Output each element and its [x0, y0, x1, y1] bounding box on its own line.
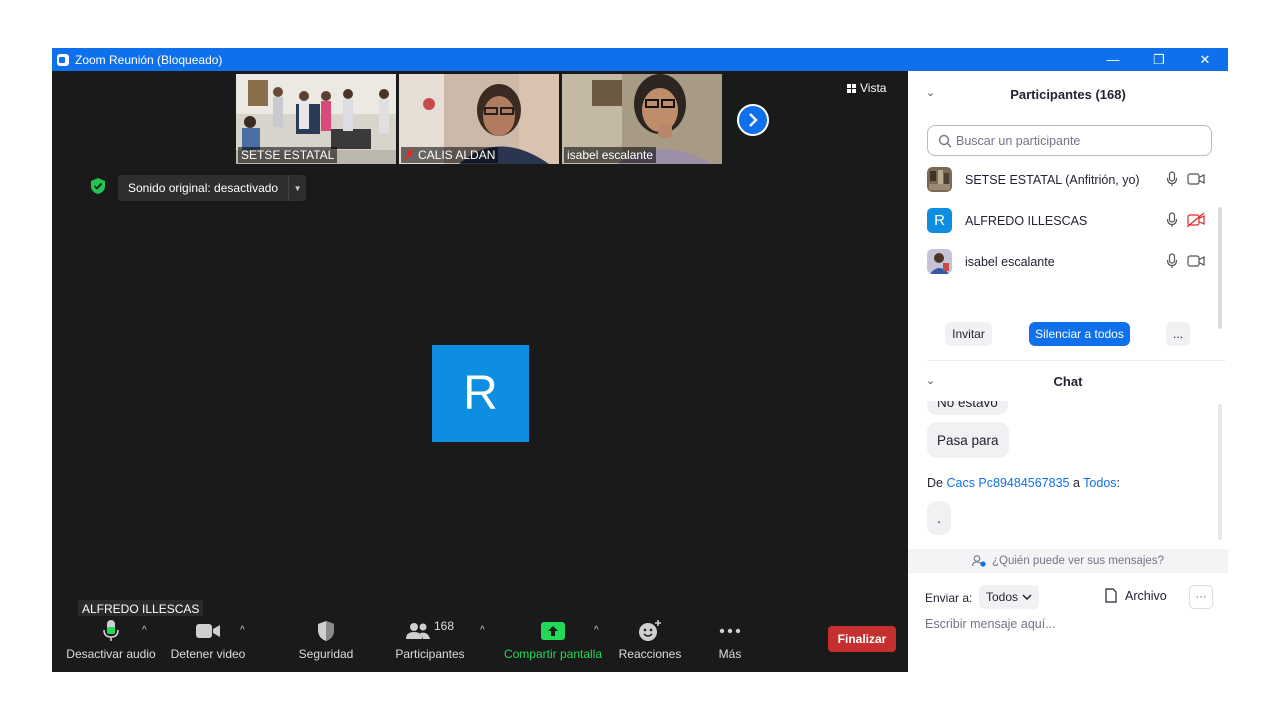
active-speaker-avatar: R	[432, 345, 529, 442]
participants-scrollbar[interactable]	[1218, 207, 1222, 329]
participants-count: 168	[433, 619, 455, 633]
muted-mic-icon	[404, 150, 414, 160]
recipient-name: Todos	[1083, 476, 1117, 490]
view-button[interactable]: Vista	[847, 81, 886, 95]
collapse-chevron-icon[interactable]: ⌄	[926, 86, 935, 99]
participant-row[interactable]: isabel escalante	[908, 241, 1218, 282]
security-button[interactable]: Seguridad	[292, 618, 360, 661]
next-page-button[interactable]	[737, 104, 769, 136]
stop-video-button[interactable]: Detener video	[166, 618, 250, 661]
video-thumbnail[interactable]: isabel escalante	[562, 74, 722, 164]
reactions-icon	[639, 620, 661, 641]
video-camera-icon	[196, 624, 220, 638]
video-thumbnail[interactable]: SETSE ESTATAL	[236, 74, 396, 164]
meeting-area: SETSE ESTATAL CALIS ALDAN isabel escalan…	[52, 71, 908, 672]
search-icon	[938, 134, 952, 147]
thumbnail-name-label: isabel escalante	[564, 147, 657, 163]
microphone-icon[interactable]	[1166, 171, 1178, 187]
participants-button[interactable]: 168 Participantes	[392, 618, 468, 661]
send-to-row: Enviar a: Todos Archivo ···	[908, 584, 1228, 610]
share-screen-icon	[541, 622, 565, 640]
video-camera-icon[interactable]	[1187, 255, 1205, 267]
shield-icon	[318, 621, 334, 641]
microphone-icon[interactable]	[1166, 253, 1178, 269]
gallery-strip: SETSE ESTATAL CALIS ALDAN isabel escalan…	[236, 74, 722, 164]
collapse-chevron-icon[interactable]: ⌄	[926, 374, 935, 387]
participants-more-button[interactable]: ...	[1166, 322, 1190, 346]
participants-actions: Invitar Silenciar a todos ...	[908, 322, 1228, 346]
grid-view-icon	[847, 83, 856, 93]
sender-name[interactable]: Cacs Pc89484567835	[946, 476, 1069, 490]
file-icon	[1105, 588, 1117, 603]
participants-icon	[405, 623, 430, 639]
more-button[interactable]: Más	[708, 618, 752, 661]
side-panel: ⌄ Participantes (168) Buscar un particip…	[908, 71, 1228, 672]
participants-options-caret-icon[interactable]: ^	[480, 625, 485, 636]
chevron-down-icon[interactable]: ▼	[288, 175, 306, 201]
share-options-caret-icon[interactable]: ^	[594, 625, 599, 636]
file-button[interactable]: Archivo	[1105, 588, 1167, 603]
avatar	[927, 249, 952, 274]
participants-panel-header: ⌄ Participantes (168)	[926, 86, 1126, 102]
original-sound-toggle[interactable]: Sonido original: desactivado ▼	[118, 175, 307, 201]
title-bar: Zoom Reunión (Bloqueado) — ❐ ✕	[52, 48, 1228, 71]
send-to-dropdown[interactable]: Todos	[979, 585, 1040, 609]
chat-message: Pasa para	[927, 422, 1009, 458]
video-options-caret-icon[interactable]: ^	[240, 625, 245, 636]
window-title: Zoom Reunión (Bloqueado)	[75, 52, 223, 67]
more-dots-icon	[719, 628, 741, 634]
chat-messages: No estavo Pasa para De Cacs Pc8948456783…	[908, 401, 1220, 545]
chat-more-button[interactable]: ···	[1189, 585, 1213, 609]
chevron-right-icon	[749, 113, 758, 127]
video-thumbnail[interactable]: CALIS ALDAN	[399, 74, 559, 164]
window-controls: — ❐ ✕	[1090, 48, 1228, 71]
person-info-icon	[972, 555, 986, 567]
participant-row[interactable]: R ALFREDO ILLESCAS	[908, 200, 1218, 241]
reactions-button[interactable]: Reacciones	[616, 618, 684, 661]
close-button[interactable]: ✕	[1182, 48, 1228, 71]
chat-panel-header: ⌄ Chat	[926, 373, 1083, 389]
encryption-shield-icon[interactable]	[88, 176, 108, 196]
participant-row[interactable]: SETSE ESTATAL (Anfitrión, yo)	[908, 159, 1218, 200]
zoom-app-icon	[57, 53, 69, 66]
share-screen-button[interactable]: Compartir pantalla	[502, 618, 604, 661]
mute-all-button[interactable]: Silenciar a todos	[1029, 322, 1130, 346]
thumbnail-name-label: CALIS ALDAN	[401, 147, 499, 163]
participants-list: SETSE ESTATAL (Anfitrión, yo) R ALFREDO …	[908, 159, 1218, 282]
avatar: R	[927, 208, 952, 233]
restore-button[interactable]: ❐	[1136, 48, 1182, 71]
video-off-icon[interactable]	[1187, 213, 1205, 227]
chat-message: No estavo	[927, 401, 1008, 415]
who-can-see-link[interactable]: ¿Quién puede ver sus mensajes?	[908, 549, 1228, 573]
microphone-icon	[103, 620, 119, 641]
chat-message: .	[927, 501, 951, 535]
chevron-down-icon	[1022, 594, 1032, 600]
end-meeting-button[interactable]: Finalizar	[828, 626, 896, 652]
avatar	[927, 167, 952, 192]
chat-message-input[interactable]: Escribir mensaje aquí...	[925, 617, 1056, 631]
participant-search-input[interactable]: Buscar un participante	[927, 125, 1212, 156]
thumbnail-name-label: SETSE ESTATAL	[238, 147, 338, 163]
invite-button[interactable]: Invitar	[945, 322, 992, 346]
chat-scrollbar[interactable]	[1218, 404, 1222, 540]
meeting-toolbar: Desactivar audio ^ Detener video ^ Segur…	[52, 616, 908, 672]
audio-options-caret-icon[interactable]: ^	[142, 625, 147, 636]
video-camera-icon[interactable]	[1187, 173, 1205, 185]
chat-sender-line: De Cacs Pc89484567835 a Todos:	[927, 476, 1121, 490]
zoom-window: Zoom Reunión (Bloqueado) — ❐ ✕ SETSE EST…	[52, 48, 1228, 672]
minimize-button[interactable]: —	[1090, 48, 1136, 71]
microphone-icon[interactable]	[1166, 212, 1178, 228]
